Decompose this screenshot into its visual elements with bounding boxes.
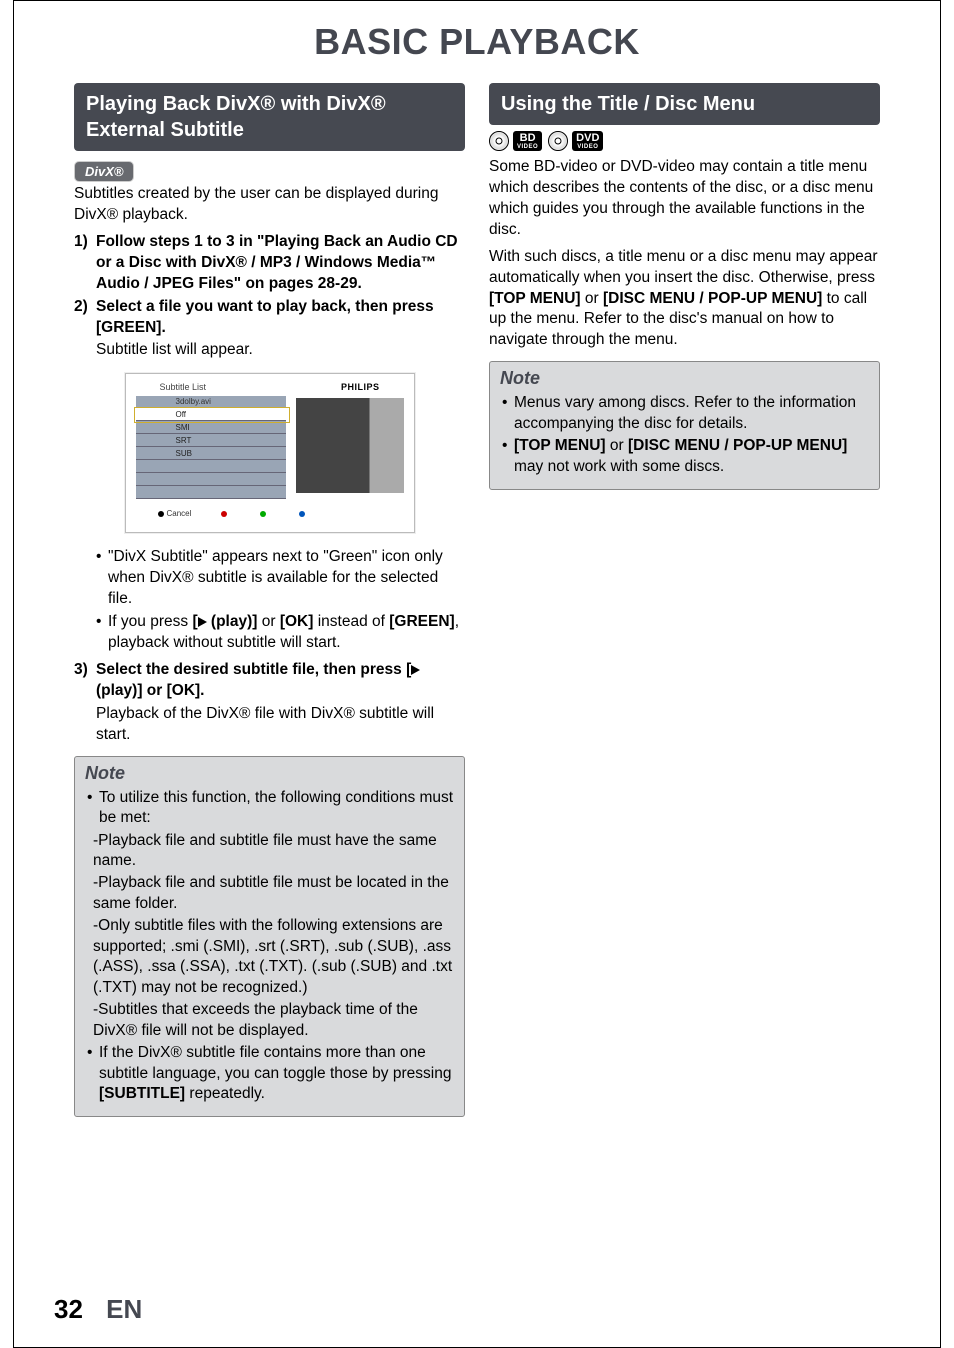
bd-label: BDVIDEO [513, 131, 542, 151]
step-number: 2) [74, 297, 88, 318]
mock-option-smi: SMI [136, 421, 287, 434]
note-title: Note [500, 368, 869, 389]
text-fragment: With such discs, a title menu or a disc … [489, 248, 878, 286]
mock-blank-row [136, 473, 287, 486]
page-number: 32 [54, 1294, 83, 1324]
step-1: 1) Follow steps 1 to 3 in "Playing Back … [74, 232, 465, 295]
mock-filename: 3dolby.avi [136, 396, 287, 408]
note-title: Note [85, 763, 454, 784]
play-icon [411, 665, 420, 675]
text-fragment: may not work with some discs. [514, 458, 724, 475]
note-item: [TOP MENU] or [DISC MENU / POP-UP MENU] … [500, 436, 869, 477]
dvd-text: DVD [576, 132, 599, 144]
mock-cancel: Cancel [158, 509, 192, 518]
note-list: Menus vary among discs. Refer to the inf… [500, 393, 869, 477]
left-column: Playing Back DivX® with DivX® External S… [74, 83, 465, 1127]
mock-blank-row [136, 460, 287, 473]
mock-cancel-label: Cancel [167, 509, 192, 518]
dot-icon [158, 511, 164, 517]
play-icon [198, 617, 207, 627]
dvd-label: DVDVIDEO [572, 131, 603, 151]
section-header-divx: Playing Back DivX® with DivX® External S… [74, 83, 465, 151]
step-number: 3) [74, 660, 88, 681]
dot-icon [260, 511, 266, 517]
step-text: Select a file you want to play back, the… [96, 298, 434, 336]
mock-option-sub: SUB [136, 447, 287, 460]
note-item: Menus vary among discs. Refer to the inf… [500, 393, 869, 434]
steps-list: 1) Follow steps 1 to 3 in "Playing Back … [74, 232, 465, 362]
two-column-layout: Playing Back DivX® with DivX® External S… [14, 83, 940, 1127]
philips-logo: PHILIPS [341, 382, 380, 392]
mock-header: Subtitle List PHILIPS [136, 382, 404, 396]
note-item: -Only subtitle files with the following … [85, 916, 454, 998]
mock-options-panel: 3dolby.avi Off SMI SRT SUB [136, 396, 287, 499]
step-text: Select the desired subtitle file, then p… [96, 661, 420, 699]
subtitle-list-mock: Subtitle List PHILIPS 3dolby.avi Off SMI… [125, 373, 415, 533]
step-text: Follow steps 1 to 3 in "Playing Back an … [96, 233, 458, 292]
mock-body: 3dolby.avi Off SMI SRT SUB [136, 396, 404, 499]
video-subtext: VIDEO [517, 144, 538, 150]
note-box-left: Note To utilize this function, the follo… [74, 756, 465, 1118]
page-footer: 32 EN [54, 1294, 142, 1325]
mock-title: Subtitle List [160, 382, 207, 392]
note-item: If the DivX® subtitle file contains more… [85, 1043, 454, 1104]
after-mock-bullets: "DivX Subtitle" appears next to "Green" … [96, 547, 465, 654]
disc-icon [489, 131, 509, 151]
text-fragment: or [581, 290, 603, 307]
step-3: 3) Select the desired subtitle file, the… [74, 660, 465, 746]
intro-text: Subtitles created by the user can be dis… [74, 184, 465, 226]
step-subtext: Subtitle list will appear. [96, 340, 465, 361]
note-item: To utilize this function, the following … [85, 788, 454, 829]
key-label: [DISC MENU / POP-UP MENU] [628, 437, 847, 454]
bd-text: BD [520, 132, 536, 144]
mock-option-srt: SRT [136, 434, 287, 447]
video-subtext: VIDEO [576, 144, 599, 150]
mock-footer: Cancel [136, 499, 404, 518]
key-label: [TOP MENU] [489, 290, 581, 307]
note-item: -Playback file and subtitle file must be… [85, 873, 454, 914]
mock-option-off: Off [136, 408, 287, 421]
mock-blank-row [136, 486, 287, 499]
key-label: [TOP MENU] [514, 437, 606, 454]
divx-badge: DivX® [74, 161, 134, 182]
bd-video-badge: BDVIDEO [489, 131, 542, 151]
note-box-right: Note Menus vary among discs. Refer to th… [489, 361, 880, 490]
dot-icon [299, 511, 305, 517]
mock-preview-panel [296, 398, 404, 493]
step-subtext: Playback of the DivX® file with DivX® su… [96, 704, 465, 746]
section-header-titlemenu: Using the Title / Disc Menu [489, 83, 880, 125]
note-list: To utilize this function, the following … [85, 788, 454, 1105]
steps-list-cont: 3) Select the desired subtitle file, the… [74, 660, 465, 746]
page-container: BASIC PLAYBACK Playing Back DivX® with D… [13, 0, 941, 1348]
page-title: BASIC PLAYBACK [14, 21, 940, 63]
text-fragment: or [606, 437, 628, 454]
note-item: -Subtitles that exceeds the playback tim… [85, 1000, 454, 1041]
right-para-1: Some BD-video or DVD-video may contain a… [489, 157, 880, 241]
disc-icon [548, 131, 568, 151]
note-item: -Playback file and subtitle file must ha… [85, 831, 454, 872]
key-label: [DISC MENU / POP-UP MENU] [603, 290, 822, 307]
page-lang: EN [106, 1294, 142, 1324]
media-badges: BDVIDEO DVDVIDEO [489, 131, 880, 151]
dvd-video-badge: DVDVIDEO [548, 131, 603, 151]
bullet-item: If you press [ (play)] or [OK] instead o… [96, 612, 465, 654]
step-number: 1) [74, 232, 88, 253]
bullet-item: "DivX Subtitle" appears next to "Green" … [96, 547, 465, 610]
right-para-2: With such discs, a title menu or a disc … [489, 247, 880, 352]
dot-icon [221, 511, 227, 517]
right-column: Using the Title / Disc Menu BDVIDEO DVDV… [489, 83, 880, 1127]
step-2: 2) Select a file you want to play back, … [74, 297, 465, 362]
